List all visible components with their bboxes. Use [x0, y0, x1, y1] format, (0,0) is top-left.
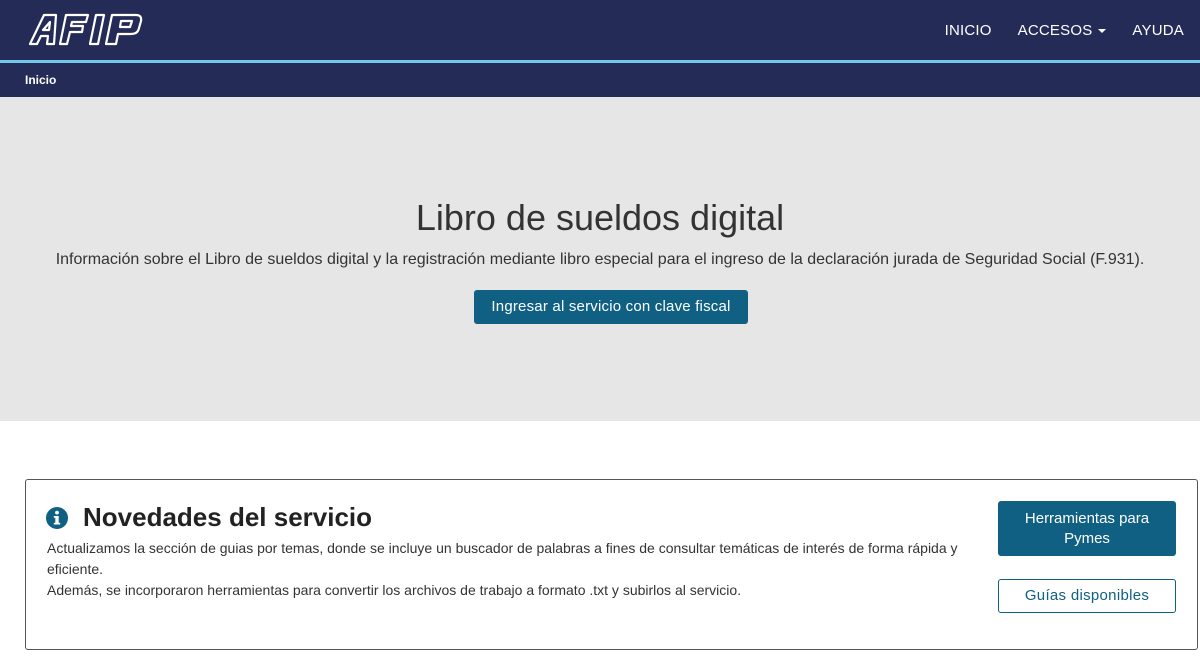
nav-accesos-label: ACCESOS — [1017, 21, 1093, 39]
nav-inicio[interactable]: INICIO — [945, 22, 992, 39]
news-panel: Novedades del servicio Actualizamos la s… — [25, 479, 1198, 650]
page-title: Libro de sueldos digital — [415, 197, 785, 238]
afip-logo[interactable] — [28, 12, 144, 46]
breadcrumb-item-inicio[interactable]: Inicio — [25, 73, 56, 87]
top-navbar: INICIO ACCESOS AYUDA — [0, 0, 1200, 60]
nav-ayuda[interactable]: AYUDA — [1132, 22, 1184, 39]
news-title: Novedades del servicio — [83, 502, 373, 532]
caret-down-icon — [1098, 29, 1107, 33]
news-paragraph-1: Actualizamos la sección de guias por tem… — [47, 540, 958, 577]
main-nav: INICIO ACCESOS AYUDA — [919, 0, 1184, 60]
info-icon — [46, 507, 68, 529]
news-paragraph-2: Además, se incorporaron herramientas par… — [47, 582, 742, 598]
herramientas-pymes-button[interactable]: Herramientas para Pymes — [998, 501, 1176, 556]
nav-accesos[interactable]: ACCESOS — [1018, 22, 1107, 39]
hero-section: Libro de sueldos digital Información sob… — [0, 97, 1200, 421]
nav-ayuda-label: AYUDA — [1132, 21, 1184, 39]
nav-inicio-label: INICIO — [944, 21, 992, 39]
breadcrumb: Inicio — [0, 63, 1200, 97]
login-clave-fiscal-button[interactable]: Ingresar al servicio con clave fiscal — [474, 290, 748, 324]
guias-disponibles-button[interactable]: Guías disponibles — [998, 579, 1176, 613]
page-description: Información sobre el Libro de sueldos di… — [55, 251, 1145, 268]
